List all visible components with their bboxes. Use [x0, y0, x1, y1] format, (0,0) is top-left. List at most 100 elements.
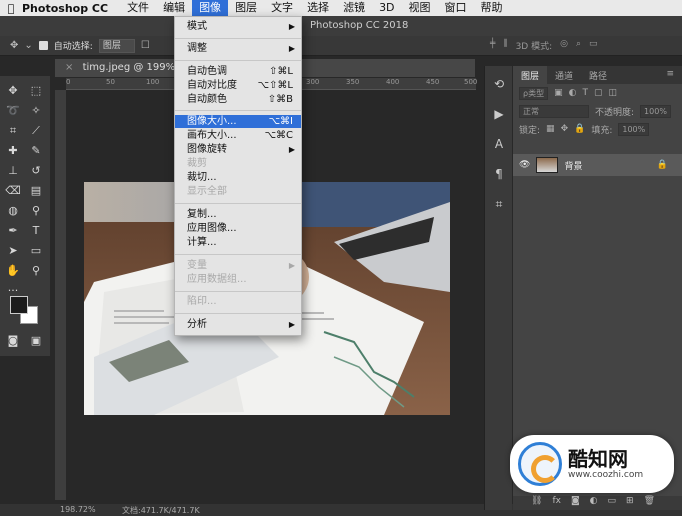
clone-stamp-icon[interactable]: ⊥	[4, 162, 22, 180]
folder-icon[interactable]: ▭	[608, 496, 617, 510]
menu-type[interactable]: 文字	[264, 0, 300, 16]
menu-item-trim[interactable]: 裁切...	[175, 171, 301, 184]
eyedropper-icon[interactable]: ⟋	[27, 122, 45, 140]
menu-item-calculations[interactable]: 计算...	[175, 236, 301, 249]
eye-icon[interactable]: 👁	[519, 160, 530, 170]
link-icon[interactable]: ⛓	[531, 496, 542, 510]
filter-pixel-icon[interactable]: ▣	[554, 88, 563, 98]
auto-select-checkbox[interactable]	[38, 41, 48, 50]
lock-position-icon[interactable]: ✥	[561, 124, 569, 134]
fill-input[interactable]: 100%	[618, 122, 650, 136]
foreground-color-swatch[interactable]	[10, 296, 28, 314]
menu-item-auto-contrast[interactable]: 自动对比度 ⌥⇧⌘L	[175, 79, 301, 92]
layer-row-background[interactable]: 👁 背景 🔒	[513, 154, 682, 176]
blur-tool-icon[interactable]: ◍	[4, 202, 22, 220]
menu-image[interactable]: 图像	[192, 0, 229, 16]
blend-mode-dropdown[interactable]: 正常	[519, 104, 589, 118]
eraser-icon[interactable]: ⌫	[4, 182, 22, 200]
orbit-icon[interactable]: ◎	[560, 39, 568, 52]
lasso-tool-icon[interactable]: ➰	[4, 102, 22, 120]
history-brush-icon[interactable]: ↺	[27, 162, 45, 180]
panel-tabs: 图层 通道 路径 ≡	[513, 66, 682, 84]
marquee-tool-icon[interactable]: ⬚	[27, 82, 45, 100]
menu-item-adjustments[interactable]: 调整 ▶	[175, 42, 301, 55]
type-tool-icon[interactable]: T	[27, 222, 45, 240]
zoom-tool-icon[interactable]: ⚲	[27, 262, 45, 280]
lock-label: 锁定:	[519, 125, 541, 136]
menu-view[interactable]: 视图	[402, 0, 438, 16]
image-menu-dropdown: 模式 ▶ 调整 ▶ 自动色调 ⇧⌘L 自动对比度 ⌥⇧⌘L 自动颜色 ⇧⌘B 图像大小..…	[174, 16, 302, 336]
menu-file[interactable]: 文件	[120, 0, 156, 16]
tab-paths[interactable]: 路径	[581, 66, 615, 84]
magic-wand-icon[interactable]: ✧	[27, 102, 45, 120]
app-title-bar: Photoshop CC 2018	[0, 16, 682, 36]
opacity-input[interactable]: 100%	[640, 104, 671, 118]
menu-shortcut: ⇧⌘B	[267, 94, 293, 105]
menu-item-mode[interactable]: 模式 ▶	[175, 20, 301, 33]
menu-item-canvas-size[interactable]: 画布大小... ⌥⌘C	[175, 129, 301, 142]
menu-help[interactable]: 帮助	[474, 0, 510, 16]
pen-tool-icon[interactable]: ✒	[4, 222, 22, 240]
menu-item-apply-image[interactable]: 应用图像...	[175, 222, 301, 235]
menu-item-image-rotation[interactable]: 图像旋转 ▶	[175, 143, 301, 156]
filter-smart-icon[interactable]: ◫	[608, 88, 617, 98]
app-menu[interactable]: Photoshop CC	[22, 2, 108, 15]
mask-icon[interactable]: ◙	[571, 496, 580, 510]
filter-shape-icon[interactable]: ▢	[594, 88, 603, 98]
fx-icon[interactable]: fx	[552, 496, 561, 510]
filter-adjust-icon[interactable]: ◐	[569, 88, 577, 98]
path-select-icon[interactable]: ➤	[4, 242, 22, 260]
close-icon[interactable]: ×	[65, 62, 73, 73]
move-tool-icon[interactable]: ✥	[10, 40, 18, 51]
distribute-icon[interactable]: ⫼	[503, 39, 507, 52]
lock-pixels-icon[interactable]: ▦	[546, 124, 555, 134]
menu-window[interactable]: 窗口	[438, 0, 474, 16]
actions-panel-icon[interactable]: ▶	[491, 106, 507, 122]
paragraph-panel-icon[interactable]: ¶	[491, 166, 507, 182]
search-icon[interactable]: ⌕	[576, 39, 581, 52]
trash-icon[interactable]: 🗑	[644, 496, 655, 510]
menu-filter[interactable]: 滤镜	[336, 0, 372, 16]
tab-channels[interactable]: 通道	[547, 66, 581, 84]
adjustment-icon[interactable]: ◐	[590, 496, 598, 510]
menu-item-duplicate[interactable]: 复制...	[175, 208, 301, 221]
transform-controls-checkbox[interactable]: ☐	[141, 40, 150, 51]
quick-mask-icon[interactable]: ◙	[4, 332, 22, 350]
new-layer-icon[interactable]: ⊞	[626, 496, 634, 510]
menu-item-label: 自动色调	[187, 66, 227, 77]
layer-filter-dropdown[interactable]: ρ类型	[519, 86, 549, 100]
hand-tool-icon[interactable]: ✋	[4, 262, 22, 280]
character-panel-icon[interactable]: A	[491, 136, 507, 152]
zoom-level[interactable]: 198.72%	[60, 505, 96, 514]
history-panel-icon[interactable]: ⟲	[491, 76, 507, 92]
doc-size-info[interactable]: 文档:471.7K/471.7K	[122, 505, 200, 516]
menu-3d[interactable]: 3D	[372, 0, 401, 16]
lock-all-icon[interactable]: 🔒	[574, 124, 585, 134]
menu-item-image-size[interactable]: 图像大小... ⌥⌘I	[175, 115, 301, 128]
rectangle-tool-icon[interactable]: ▭	[27, 242, 45, 260]
filter-type-icon[interactable]: T	[582, 88, 588, 98]
brush-tool-icon[interactable]: ✎	[27, 142, 45, 160]
auto-select-dropdown[interactable]: 图层	[98, 38, 135, 53]
move-tool-icon[interactable]: ✥	[4, 82, 22, 100]
menu-item-analysis[interactable]: 分析 ▶	[175, 318, 301, 331]
menu-item-auto-color[interactable]: 自动颜色 ⇧⌘B	[175, 93, 301, 106]
menu-edit[interactable]: 编辑	[156, 0, 192, 16]
apple-icon[interactable]: 	[0, 2, 22, 15]
menu-layer[interactable]: 图层	[228, 0, 264, 16]
chevron-down-icon[interactable]: ⌄	[24, 40, 32, 51]
menu-item-variables: 变量 ▶	[175, 259, 301, 272]
align-icon[interactable]: ╪	[490, 39, 495, 52]
crop-panel-icon[interactable]: ⌗	[491, 196, 507, 212]
menu-item-auto-tone[interactable]: 自动色调 ⇧⌘L	[175, 65, 301, 78]
dodge-tool-icon[interactable]: ⚲	[27, 202, 45, 220]
healing-brush-icon[interactable]: ✚	[4, 142, 22, 160]
crop-tool-icon[interactable]: ⌗	[4, 122, 22, 140]
gradient-tool-icon[interactable]: ▤	[27, 182, 45, 200]
ruler-tick: 500	[464, 78, 478, 86]
menu-select[interactable]: 选择	[300, 0, 336, 16]
screen-mode-icon[interactable]: ▣	[27, 332, 45, 350]
panel-menu-icon[interactable]: ≡	[658, 66, 682, 84]
workspace-icon[interactable]: ▭	[589, 39, 598, 52]
tab-layers[interactable]: 图层	[513, 66, 548, 84]
